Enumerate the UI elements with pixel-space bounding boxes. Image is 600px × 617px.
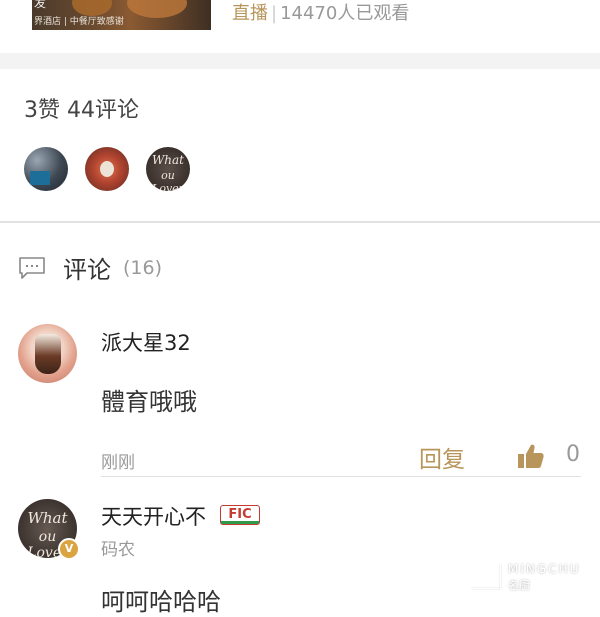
comment-bubble-icon — [19, 256, 45, 279]
avatar-text: What — [27, 509, 68, 527]
avatar-drink-image — [35, 334, 61, 374]
comment-text: 體育哦哦 — [101, 388, 197, 416]
live-info: 直播 | 14470人已观看 — [232, 3, 409, 25]
watermark-line — [472, 588, 500, 589]
comments-header: 评论 (16) — [18, 250, 162, 285]
like-count: 0 — [566, 442, 580, 467]
comment-author[interactable]: 派大星32 — [101, 327, 191, 357]
thumbnail-caption: 界酒店 | 中餐厅致感谢 — [34, 17, 124, 27]
avatar-text: What — [151, 153, 185, 167]
comment-time: 刚刚 — [101, 453, 135, 473]
live-card[interactable]: 发 界酒店 | 中餐厅致感谢 直播 | 14470人已观看 — [0, 0, 600, 53]
liker-avatar[interactable]: What ou Lover — [146, 147, 190, 191]
verified-badge: V — [58, 538, 80, 560]
liker-avatar[interactable] — [85, 147, 129, 191]
food-image-blob — [127, 0, 187, 18]
comment-author[interactable]: 天天开心不 — [101, 501, 206, 531]
liker-avatars: What ou Lover — [24, 147, 190, 191]
liker-avatar[interactable] — [24, 147, 68, 191]
thumbnail-title: 发 — [34, 0, 47, 10]
live-label[interactable]: 直播 — [232, 3, 268, 24]
avatar-text: ou Lover — [152, 169, 184, 191]
view-count: 14470人已观看 — [280, 3, 410, 24]
comment-divider — [101, 476, 581, 477]
reply-button[interactable]: 回复 — [419, 440, 465, 474]
likes-comments-summary: 3赞 44评论 — [24, 98, 139, 123]
comments-count: (16) — [123, 256, 163, 279]
watermark-brand-cn: 名厨 — [508, 579, 530, 592]
thumbs-up-icon[interactable] — [518, 444, 544, 468]
live-thumbnail[interactable]: 发 界酒店 | 中餐厅致感谢 — [32, 0, 211, 30]
watermark: MINGCHU 名厨 — [472, 562, 592, 592]
comments-title: 评论 — [63, 256, 111, 284]
watermark-brand: MINGCHU — [508, 562, 581, 576]
author-subtitle: 码农 — [101, 540, 135, 560]
avatar-detail — [100, 161, 114, 177]
commenter-avatar[interactable] — [18, 324, 77, 383]
badge-green-stripe — [221, 521, 259, 524]
section-gap — [0, 53, 600, 69]
fic-badge: FIC — [220, 505, 260, 525]
live-separator: | — [271, 3, 278, 24]
section-divider — [0, 221, 600, 223]
watermark-bar — [500, 564, 501, 589]
fic-badge-label: FIC — [228, 507, 252, 522]
avatar-detail — [30, 171, 50, 185]
